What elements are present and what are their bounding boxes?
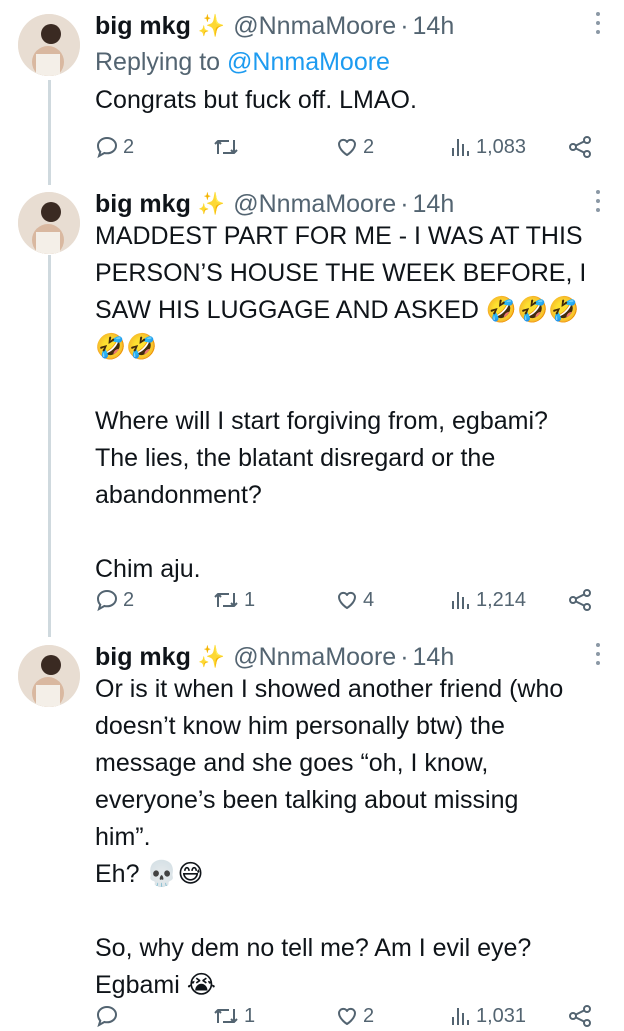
- tweet-line: PERSON’S HOUSE THE WEEK BEFORE, I: [95, 259, 587, 287]
- retweet-icon: [214, 140, 238, 154]
- tweet-text: Congrats but fuck off. LMAO.: [95, 82, 610, 119]
- share-button[interactable]: [567, 585, 593, 615]
- tweet-line: Egbami 😭: [95, 971, 216, 999]
- tweet-line: doesn’t know him personally btw) the: [95, 712, 505, 740]
- views-button[interactable]: 1,083: [450, 132, 526, 162]
- heart-icon: [338, 138, 356, 156]
- retweet-button[interactable]: 1: [212, 585, 255, 615]
- display-name[interactable]: big mkg: [95, 643, 191, 672]
- tweet-text: Or is it when I showed another friend (w…: [95, 671, 610, 1004]
- avatar[interactable]: [18, 192, 80, 254]
- reply-icon: [96, 136, 118, 159]
- views-icon: [452, 592, 469, 609]
- tweet-line: everyone’s been talking about missing: [95, 786, 519, 814]
- tweet-line: him”.: [95, 823, 151, 851]
- like-count: 4: [363, 588, 375, 611]
- reply-prefix: Replying to: [95, 48, 221, 76]
- reply-to-handle[interactable]: @NnmaMoore: [227, 48, 390, 76]
- tweet-actions: 2 2 1,083: [95, 132, 610, 162]
- tweet-line: Or is it when I showed another friend (w…: [95, 675, 564, 703]
- sparkle-icon: ✨: [197, 191, 226, 216]
- display-name[interactable]: big mkg: [95, 190, 191, 219]
- share-button[interactable]: [567, 132, 593, 162]
- replying-to: Replying to @NnmaMoore: [95, 48, 390, 77]
- like-button[interactable]: 4: [335, 585, 374, 615]
- tweet-line: The lies, the blatant disregard or the: [95, 444, 496, 472]
- share-icon: [569, 136, 591, 158]
- tweet-text: MADDEST PART FOR ME - I WAS AT THIS PERS…: [95, 218, 610, 588]
- heart-icon: [338, 591, 356, 609]
- retweet-button[interactable]: [212, 132, 244, 162]
- more-icon[interactable]: [596, 12, 602, 39]
- sparkle-icon: ✨: [197, 644, 226, 669]
- tweet[interactable]: big mkg ✨ @NnmaMoore · 14h MADDEST PART …: [0, 188, 624, 623]
- retweet-count: 1: [244, 1004, 256, 1027]
- tweet-line: So, why dem no tell me? Am I evil eye?: [95, 934, 532, 962]
- timestamp[interactable]: 14h: [413, 643, 455, 672]
- share-icon: [569, 589, 591, 611]
- timestamp[interactable]: 14h: [413, 190, 455, 219]
- tweet[interactable]: big mkg ✨ @NnmaMoore · 14h Replying to @…: [0, 10, 624, 170]
- retweet-icon: [214, 1009, 238, 1023]
- tweet-header: big mkg ✨ @NnmaMoore · 14h: [95, 10, 454, 42]
- view-count: 1,214: [476, 588, 527, 611]
- like-button[interactable]: 2: [335, 1001, 374, 1031]
- tweet-line: Eh? 💀😅: [95, 860, 204, 888]
- like-count: 2: [363, 1004, 375, 1027]
- reply-button[interactable]: 2: [95, 585, 134, 615]
- like-button[interactable]: 2: [335, 132, 374, 162]
- user-handle[interactable]: @NnmaMoore: [233, 643, 396, 672]
- display-name[interactable]: big mkg: [95, 12, 191, 41]
- user-handle[interactable]: @NnmaMoore: [233, 12, 396, 41]
- retweet-icon: [214, 593, 238, 607]
- reply-button[interactable]: [95, 1001, 123, 1031]
- reply-icon: [96, 1005, 118, 1028]
- retweet-count: 1: [244, 588, 256, 611]
- sparkle-icon: ✨: [197, 13, 226, 38]
- reply-count: 2: [123, 135, 135, 158]
- tweet-line: SAW HIS LUGGAGE AND ASKED 🤣🤣🤣: [95, 296, 580, 324]
- avatar[interactable]: [18, 14, 80, 76]
- tweet-line: Where will I start forgiving from, egbam…: [95, 407, 548, 435]
- tweet-line: message and she goes “oh, I know,: [95, 749, 489, 777]
- views-button[interactable]: 1,214: [450, 585, 526, 615]
- like-count: 2: [363, 135, 375, 158]
- retweet-button[interactable]: 1: [212, 1001, 255, 1031]
- tweet-actions: 2 1 4 1,214: [95, 585, 610, 615]
- separator: ·: [400, 189, 409, 218]
- tweet-header: big mkg ✨ @NnmaMoore · 14h: [95, 188, 454, 220]
- reply-icon: [96, 589, 118, 612]
- tweet-line: MADDEST PART FOR ME - I WAS AT THIS: [95, 222, 583, 250]
- reply-count: 2: [123, 588, 135, 611]
- share-button[interactable]: [567, 1001, 593, 1031]
- tweet-line: [95, 366, 610, 403]
- tweet-header: big mkg ✨ @NnmaMoore · 14h: [95, 641, 454, 673]
- reply-button[interactable]: 2: [95, 132, 134, 162]
- view-count: 1,031: [476, 1004, 527, 1027]
- tweet-line: 🤣🤣: [95, 333, 158, 361]
- tweet-line: [95, 893, 610, 930]
- views-button[interactable]: 1,031: [450, 1001, 526, 1031]
- views-icon: [452, 139, 469, 156]
- share-icon: [569, 1005, 591, 1027]
- tweet-line: Congrats but fuck off. LMAO.: [95, 86, 417, 114]
- more-icon[interactable]: [596, 190, 602, 217]
- view-count: 1,083: [476, 135, 527, 158]
- tweet-line: [95, 514, 610, 551]
- more-icon[interactable]: [596, 643, 602, 670]
- views-icon: [452, 1008, 469, 1025]
- tweet[interactable]: big mkg ✨ @NnmaMoore · 14h Or is it when…: [0, 641, 624, 1028]
- timestamp[interactable]: 14h: [413, 12, 455, 41]
- heart-icon: [338, 1007, 356, 1025]
- tweet-line: Chim aju.: [95, 555, 201, 583]
- tweet-actions: 1 2 1,031: [95, 1001, 610, 1031]
- user-handle[interactable]: @NnmaMoore: [233, 190, 396, 219]
- separator: ·: [400, 11, 409, 40]
- avatar[interactable]: [18, 645, 80, 707]
- tweet-line: abandonment?: [95, 481, 262, 509]
- separator: ·: [400, 642, 409, 671]
